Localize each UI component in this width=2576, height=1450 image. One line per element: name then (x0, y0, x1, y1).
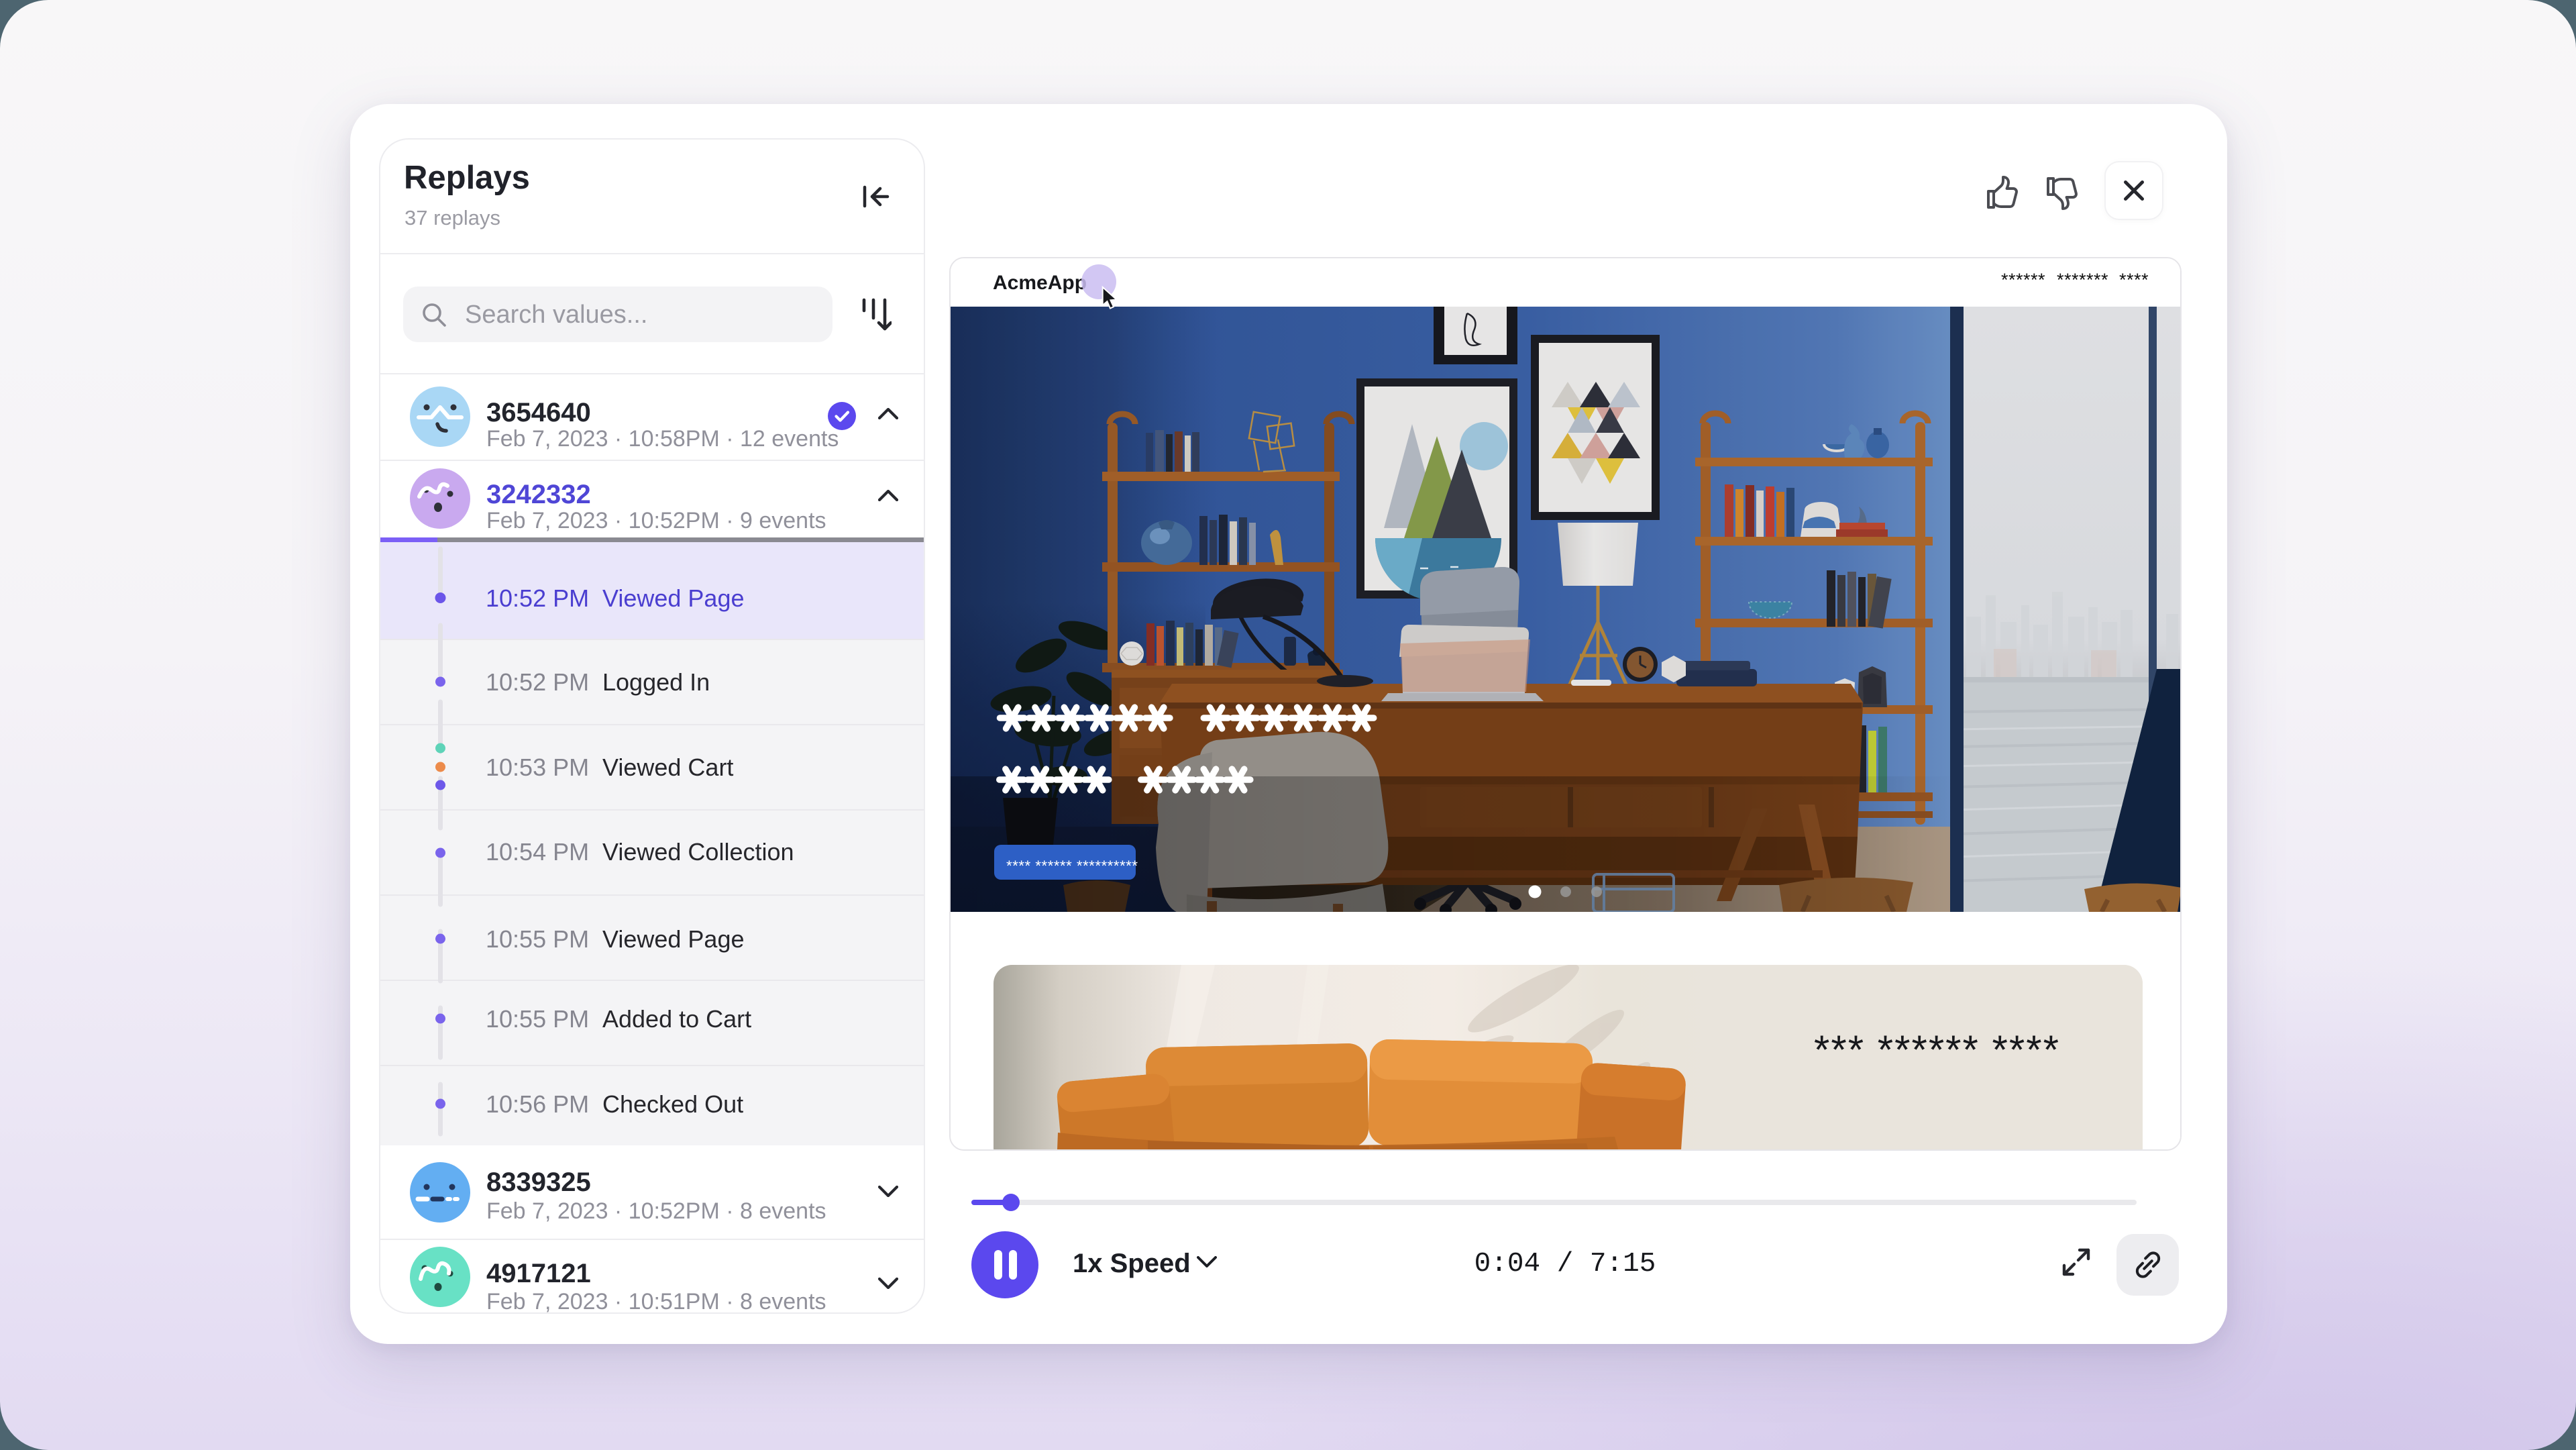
svg-text:**** ****** **********: **** ****** ********** (1006, 858, 1138, 874)
